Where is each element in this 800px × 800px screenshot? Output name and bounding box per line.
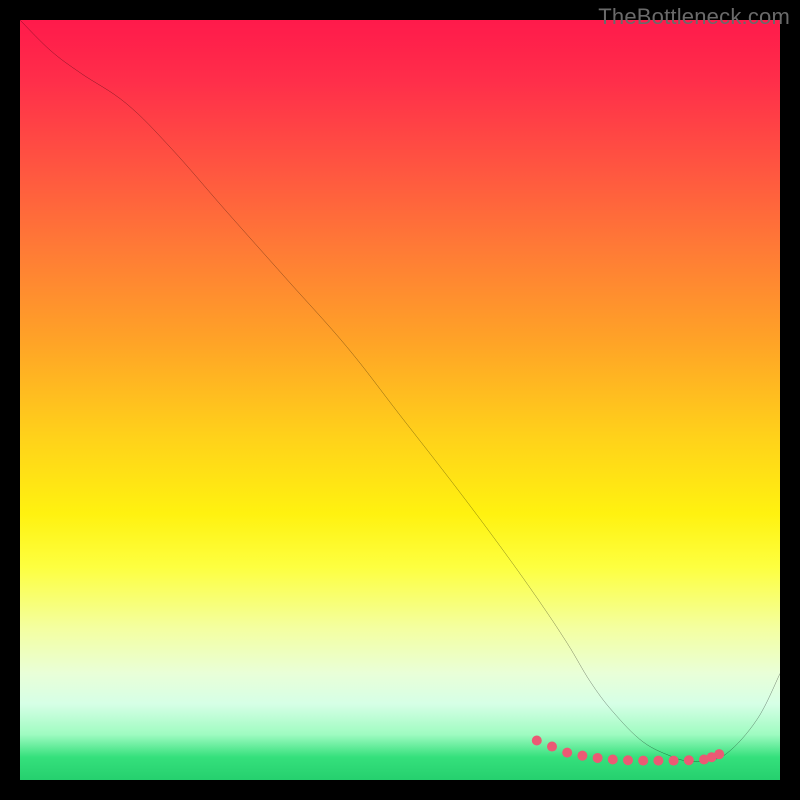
chart-frame: TheBottleneck.com [0, 0, 800, 800]
marker-dot [684, 755, 694, 765]
watermark-text: TheBottleneck.com [598, 4, 790, 30]
marker-dot [532, 735, 542, 745]
marker-dot [577, 751, 587, 761]
marker-dot [638, 756, 648, 766]
marker-dot [653, 756, 663, 766]
marker-dot [623, 755, 633, 765]
marker-dot [608, 754, 618, 764]
marker-dot [669, 756, 679, 766]
plot-area [20, 20, 780, 780]
marker-dot [562, 748, 572, 758]
highlight-markers [532, 735, 724, 765]
marker-dot [547, 742, 557, 752]
marker-dot [714, 749, 724, 759]
bottleneck-curve [20, 20, 780, 762]
curve-svg [20, 20, 780, 780]
marker-dot [593, 753, 603, 763]
